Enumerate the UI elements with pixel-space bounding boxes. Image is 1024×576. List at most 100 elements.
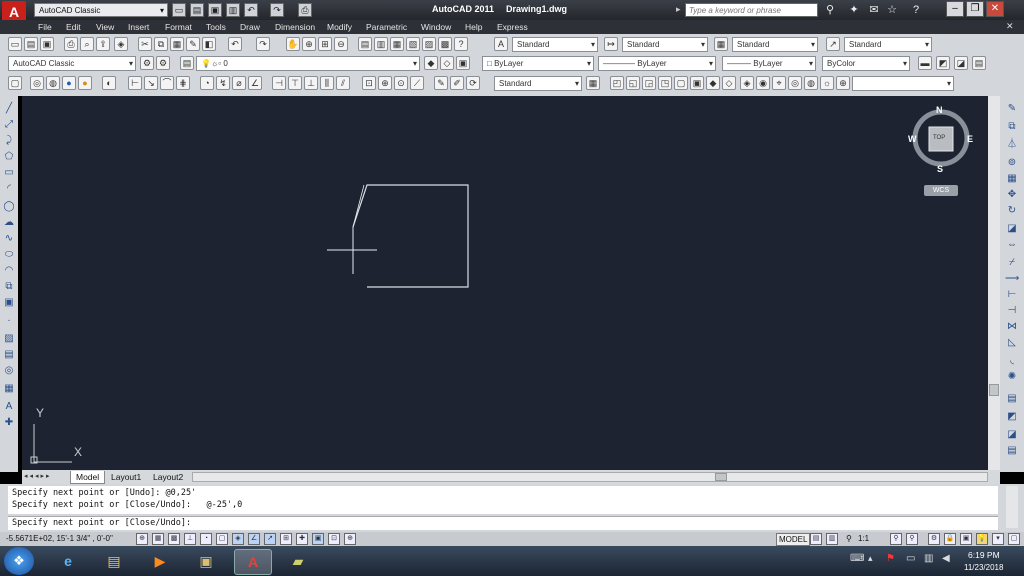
view-sw-icon[interactable]: ◆ [706,76,720,90]
inspection-icon[interactable]: ⊙ [394,76,408,90]
tab-nav-arrows[interactable]: ◂◂◂▸▸ [24,472,52,480]
mleader-style-select[interactable]: Standard [844,37,932,52]
pan-icon[interactable]: ✋ [286,37,300,51]
workspace-settings-icon[interactable]: ⚙ [140,56,154,70]
menu-file[interactable]: File [38,21,52,33]
menu-express[interactable]: Express [497,21,528,33]
close-button[interactable]: ✕ [986,1,1004,17]
construction-line-icon[interactable]: ⤢ [2,118,16,132]
ellipse-arc-icon[interactable]: ◠ [2,264,16,278]
3d-dwf-icon[interactable]: ◈ [114,37,128,51]
menu-help[interactable]: Help [465,21,482,33]
linear-dimension-icon[interactable]: ⊢ [128,76,142,90]
open-icon[interactable]: ▤ [190,3,204,17]
baseline-icon[interactable]: ⊤ [288,76,302,90]
new-icon[interactable]: ▭ [172,3,186,17]
line-icon[interactable]: ╱ [2,102,16,116]
favorites-icon[interactable]: ☆ [884,3,900,17]
menu-insert[interactable]: Insert [128,21,149,33]
match-properties-icon[interactable]: ✎ [186,37,200,51]
bring-above-icon[interactable]: ◩ [1005,410,1019,424]
draworder-side-icon[interactable]: ▤ [1005,392,1019,406]
insert-block-icon[interactable]: ⧉ [2,280,16,294]
camera-icon[interactable]: ⌖ [772,76,786,90]
scale-icon[interactable]: ◪ [1005,222,1019,236]
otrack-icon[interactable]: ∠ [248,533,260,545]
annotation-visibility-icon[interactable]: ⚲ [890,533,902,545]
annotation-scale-icon[interactable]: ⚲ [846,534,852,543]
realistic-icon[interactable]: ● [62,76,76,90]
menu-close-icon[interactable]: ✕ [1006,21,1014,32]
layer-previous-icon[interactable]: ◇ [440,56,454,70]
ortho-mode-icon[interactable]: ⊥ [184,533,196,545]
drawing-canvas[interactable]: N S E W TOP WCS Y X [22,96,988,470]
arc-length-icon[interactable]: ⌒ [160,76,174,90]
dim-break-icon[interactable]: ⫽ [336,76,350,90]
hardware-accel-icon[interactable]: ▣ [960,533,972,545]
lineweight-icon[interactable]: ✚ [296,533,308,545]
tray-arrow-icon[interactable]: ▴ [868,553,873,564]
text-above-icon[interactable]: ▤ [1005,444,1019,458]
help-tb-icon[interactable]: ? [454,37,468,51]
dynamic-input-icon[interactable]: ⊞ [280,533,292,545]
properties-icon[interactable]: ▤ [358,37,372,51]
isolate-objects-icon[interactable]: 💡 [976,533,988,545]
search-arrow-icon[interactable]: ▸ [676,4,681,15]
view-front-icon[interactable]: ▢ [674,76,688,90]
menu-modify[interactable]: Modify [327,21,352,33]
text-front-icon[interactable]: ▤ [972,56,986,70]
3d-wireframe-icon[interactable]: ◎ [30,76,44,90]
ordinate-icon[interactable]: ⋕ [176,76,190,90]
network-icon[interactable]: ▥ [924,553,933,564]
chamfer-icon[interactable]: ◺ [1005,336,1019,350]
tool-palettes-icon[interactable]: ▦ [390,37,404,51]
quick-view-layouts-icon[interactable]: ▤ [810,533,822,545]
undo-tb-icon[interactable]: ↶ [228,37,242,51]
menu-tools[interactable]: Tools [206,21,226,33]
point-icon[interactable]: · [2,314,16,328]
tab-layout1[interactable]: Layout1 [106,471,146,483]
cut-icon[interactable]: ✂ [138,37,152,51]
menu-parametric[interactable]: Parametric [366,21,407,33]
conceptual-icon[interactable]: ● [78,76,92,90]
command-input[interactable]: Specify next point or [Close/Undo]: [8,516,998,530]
dim-space-icon[interactable]: ⫼ [320,76,334,90]
menu-draw[interactable]: Draw [240,21,260,33]
snap-mode-icon[interactable]: ▦ [152,533,164,545]
autocad-taskbar-button[interactable]: A [234,549,272,575]
dim-style-icon[interactable]: ↦ [604,37,618,51]
erase-icon[interactable]: ✎ [1005,102,1019,116]
jogged-linear-icon[interactable]: ⟋ [410,76,424,90]
lights-icon[interactable]: ☼ [820,76,834,90]
communication-icon[interactable]: ✉ [866,3,882,17]
clock-time[interactable]: 6:19 PM [968,550,1000,560]
model-space-button[interactable]: MODEL [776,533,811,546]
lineweight-select[interactable]: ——— ByLayer [722,56,816,71]
object-snap-icon[interactable]: ▢ [216,533,228,545]
text-style-icon[interactable]: A [494,37,508,51]
continue-icon[interactable]: ⊥ [304,76,318,90]
dim-edit-icon[interactable]: ✎ [434,76,448,90]
menu-format[interactable]: Format [165,21,192,33]
send-back-icon[interactable]: ◪ [954,56,968,70]
view-right-icon[interactable]: ◳ [658,76,672,90]
spline-icon[interactable]: ∿ [2,232,16,246]
break-icon[interactable]: ⊣ [1005,304,1019,318]
zoom-window-icon[interactable]: ⊞ [318,37,332,51]
media-player-icon[interactable]: ▶ [142,549,178,573]
horizontal-scroll-thumb[interactable] [715,473,727,481]
dim-update-icon[interactable]: ⟳ [466,76,480,90]
workspace-save-icon[interactable]: ⚙ [156,56,170,70]
drawing-svg[interactable] [22,96,988,470]
view-nw-icon[interactable]: ◉ [756,76,770,90]
menu-dimension[interactable]: Dimension [275,21,315,33]
view-ne-icon[interactable]: ◈ [740,76,754,90]
coordinate-display[interactable]: -5.5671E+02, 15'-1 3/4" , 0'-0" [6,534,113,543]
visual-style-select[interactable]: Standard [494,76,582,91]
radius-icon[interactable]: ◔ [200,76,214,90]
save-icon[interactable]: ▣ [208,3,222,17]
mleader-style-icon[interactable]: ↗ [826,37,840,51]
table-style-icon[interactable]: ▦ [714,37,728,51]
diameter-icon[interactable]: ⌀ [232,76,246,90]
file-explorer-icon[interactable]: ▤ [96,549,132,573]
